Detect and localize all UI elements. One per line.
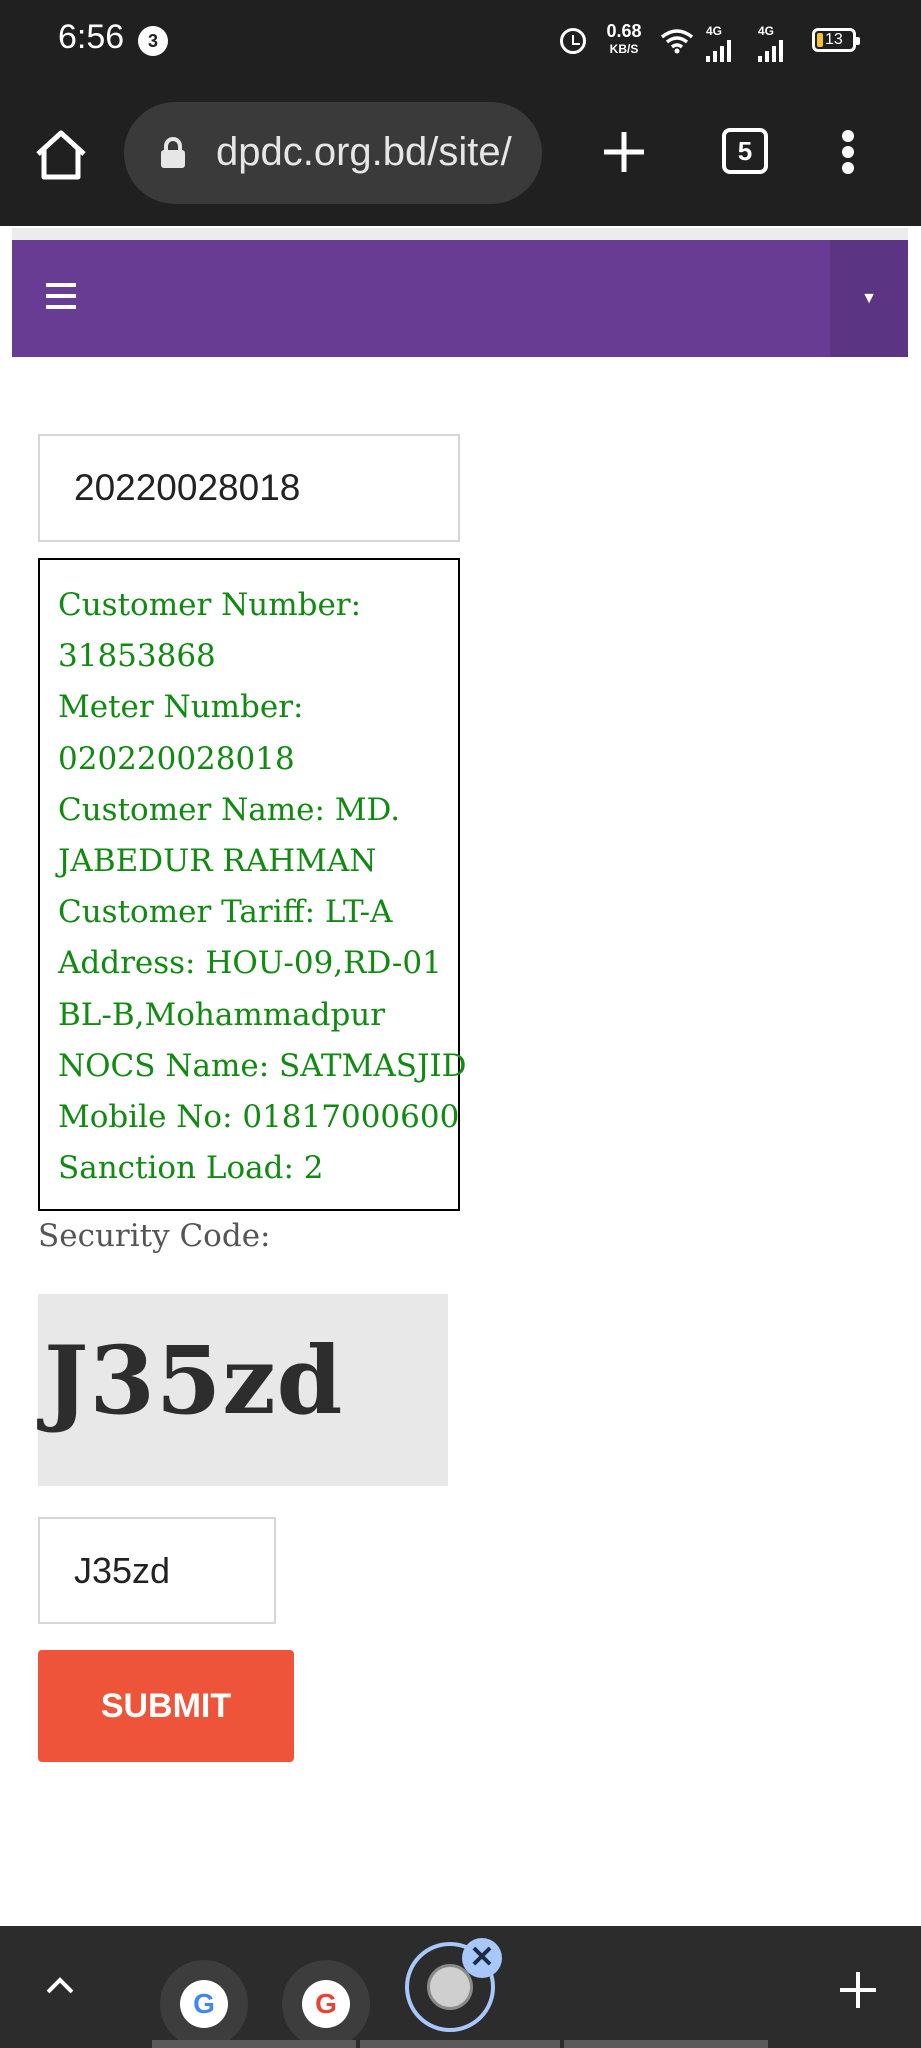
meter-number-input[interactable]: [38, 434, 460, 542]
bottom-tab-strip: G G ✕: [0, 1926, 921, 2048]
network-speed-unit: KB/S: [609, 42, 639, 56]
info-line: Meter Number:: [58, 689, 304, 726]
status-time: 6:56: [58, 18, 125, 56]
customer-info-box: Customer Number: 31853868 Meter Number: …: [38, 558, 467, 1211]
tab-switcher-button[interactable]: 5: [722, 128, 768, 174]
security-code-label: Security Code:: [38, 1218, 271, 1254]
nav-dropdown-toggle[interactable]: ▼: [830, 240, 908, 357]
network-speed-value: 0.68: [606, 21, 642, 41]
wifi-icon: [660, 29, 694, 54]
browser-toolbar: dpdc.org.bd/site/ 5: [0, 84, 921, 226]
lock-icon: [161, 137, 185, 168]
info-line: 020220028018: [58, 740, 295, 777]
hamburger-menu-icon[interactable]: [46, 283, 76, 309]
google-icon: G: [180, 1980, 228, 2028]
chevron-up-icon[interactable]: [42, 1968, 78, 2004]
battery-icon: 13: [812, 28, 860, 52]
address-bar[interactable]: dpdc.org.bd/site/: [124, 102, 542, 204]
tab-indicator-1: [152, 2040, 356, 2048]
status-bar: 6:56 3 0.68 KB/S 4G 4G 13: [0, 0, 921, 84]
notification-count-badge: 3: [138, 26, 168, 56]
info-line: NOCS Name: SATMASJID: [58, 1047, 467, 1084]
new-tab-plus-icon[interactable]: [596, 124, 652, 180]
tab-indicator-3: [564, 2040, 768, 2048]
google-icon: G: [302, 1980, 350, 2028]
close-tab-icon[interactable]: ✕: [462, 1938, 502, 1978]
info-line: 31853868: [58, 638, 216, 675]
signal-2-network-label: 4G: [758, 24, 775, 38]
page-top-strip: [12, 228, 908, 240]
info-line: Sanction Load: 2: [58, 1150, 324, 1187]
signal-1-network-label: 4G: [706, 24, 723, 38]
security-code-input[interactable]: [38, 1517, 276, 1624]
tab-thumbnail-google-1[interactable]: G: [160, 1960, 248, 2048]
site-navbar: ▼: [12, 240, 908, 357]
info-line: Customer Name: MD.: [58, 791, 401, 828]
battery-level: 13: [825, 31, 843, 48]
info-line: Mobile No: 01817000600: [58, 1099, 460, 1136]
info-line: Customer Number:: [58, 587, 362, 623]
info-line: JABEDUR RAHMAN: [58, 843, 377, 880]
url-text: dpdc.org.bd/site/: [216, 130, 512, 174]
more-options-icon[interactable]: [832, 124, 866, 180]
info-line: Customer Tariff: LT-A: [58, 894, 393, 931]
alarm-icon: [560, 28, 586, 54]
info-line: BL-B,Mohammadpur: [58, 996, 386, 1033]
network-speed: 0.68 KB/S: [600, 22, 648, 58]
captcha-text: J35zd: [44, 1326, 344, 1436]
tab-indicator-2: [360, 2040, 560, 2048]
add-tab-plus-icon[interactable]: [838, 1970, 878, 2010]
tab-thumbnail-google-2[interactable]: G: [282, 1960, 370, 2048]
info-line: Address: HOU-09,RD-01: [58, 945, 442, 982]
submit-button[interactable]: SUBMIT: [38, 1650, 294, 1762]
home-icon[interactable]: [32, 126, 90, 184]
